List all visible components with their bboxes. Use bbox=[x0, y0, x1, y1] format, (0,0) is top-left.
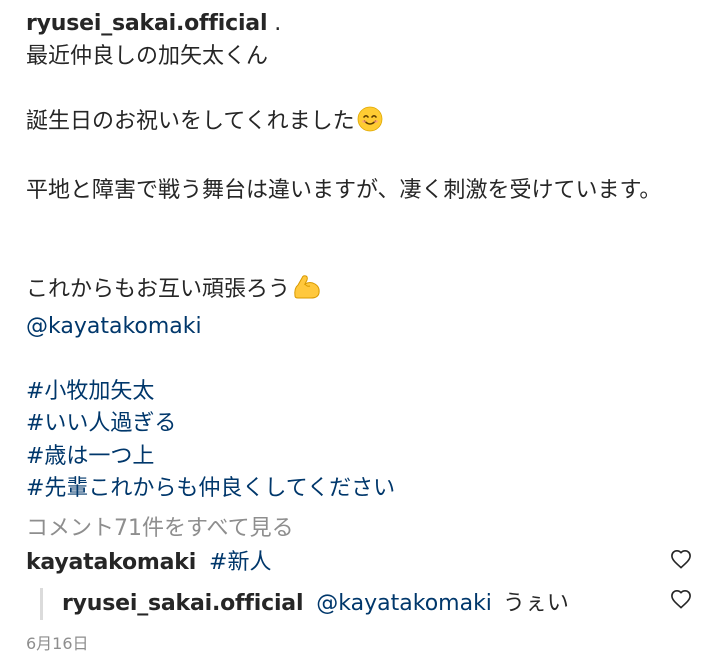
caption-text-line: 最近仲良しの加矢太くん bbox=[26, 43, 269, 69]
comment-row: kayatakomaki #新人 bbox=[26, 546, 696, 580]
comment-hashtag-link[interactable]: #新人 bbox=[209, 550, 271, 575]
reply-like-heart-icon[interactable] bbox=[670, 589, 692, 609]
comment-author-username[interactable]: kayatakomaki bbox=[26, 550, 196, 575]
hashtag-link[interactable]: #いい人過ぎる bbox=[26, 408, 696, 441]
reply-text: うぇい bbox=[502, 591, 569, 616]
caption-line-1: ryusei_sakai.official . bbox=[26, 8, 696, 41]
hashtag-link[interactable]: #先輩これからも仲良くしてください bbox=[26, 473, 696, 506]
caption-text-line: 平地と障害で戦う舞台は違いますが、凄く刺激を受けています。 bbox=[26, 177, 662, 203]
post-author-username[interactable]: ryusei_sakai.official bbox=[26, 11, 267, 36]
hashtag-link[interactable]: #歳は一つ上 bbox=[26, 441, 696, 474]
author-suffix: . bbox=[267, 11, 282, 36]
caption-text: 誕生日のお祝いをしてくれました bbox=[26, 108, 355, 134]
caption-text: これからもお互い頑張ろう bbox=[26, 277, 291, 302]
post-date: 6月16日 bbox=[26, 634, 89, 653]
smiling-face-emoji-icon bbox=[357, 106, 383, 143]
reply-thread-divider bbox=[40, 588, 43, 620]
reply-mention-link[interactable]: @kayatakomaki bbox=[316, 591, 492, 616]
reply-author-username[interactable]: ryusei_sakai.official bbox=[62, 591, 303, 616]
reply-row: ryusei_sakai.official @kayatakomaki うぇい bbox=[40, 586, 696, 622]
reply-body: ryusei_sakai.official @kayatakomaki うぇい bbox=[62, 586, 569, 622]
hashtag-link[interactable]: #小牧加矢太 bbox=[26, 376, 696, 409]
caption-text-line: 誕生日のお祝いをしてくれました bbox=[26, 106, 696, 143]
post-caption: ryusei_sakai.official . 最近仲良しの加矢太くん 誕生日の… bbox=[26, 8, 696, 506]
comment-like-heart-icon[interactable] bbox=[670, 549, 692, 569]
view-all-comments-link[interactable]: コメント71件をすべて見る bbox=[26, 510, 294, 542]
mention-link[interactable]: @kayatakomaki bbox=[26, 311, 696, 344]
flexed-biceps-emoji-icon bbox=[292, 272, 322, 311]
caption-text-line: これからもお互い頑張ろう bbox=[26, 272, 696, 311]
